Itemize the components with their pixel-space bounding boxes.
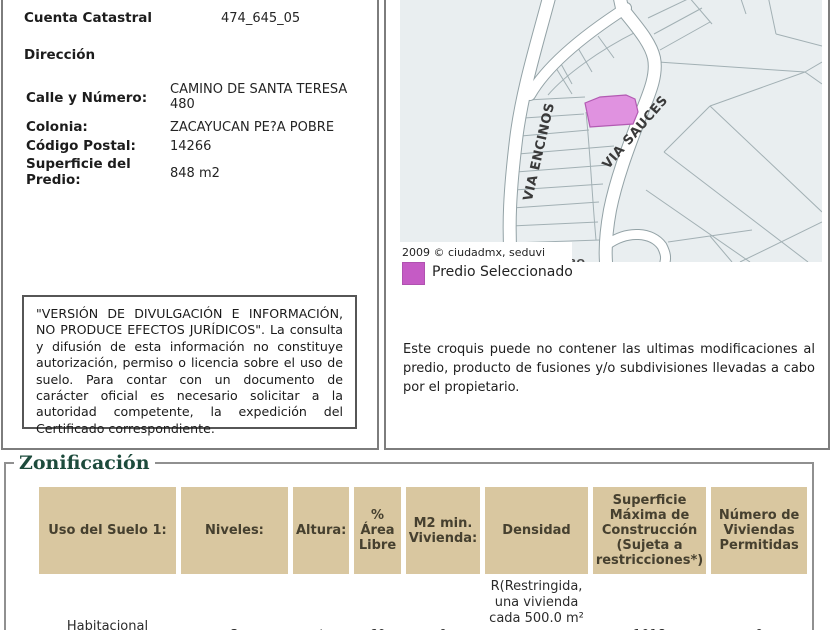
- codigo-postal-label: Código Postal:: [26, 138, 136, 154]
- header-niveles: Niveles:: [180, 487, 288, 574]
- header-uso-del-suelo: Uso del Suelo 1:: [39, 487, 176, 574]
- header-area-libre: % Área Libre: [354, 487, 401, 574]
- header-viviendas-permitidas: Número de Viviendas Permitidas: [711, 487, 807, 574]
- cell-densidad: R(Restringida, una vivienda cada 500.0 m…: [485, 579, 588, 630]
- croquis-note: Este croquis puede no contener las ultim…: [403, 342, 815, 395]
- map-copyright: 2009 © ciudadmx, seduvi: [402, 246, 545, 259]
- codigo-postal-value: 14266: [170, 139, 212, 154]
- colonia-label: Colonia:: [26, 119, 88, 135]
- cell-superficie-maxima: 1018: [593, 579, 706, 630]
- cadastral-map[interactable]: VIA ENCINOS VIA SAUCES ARBO 2009 © ciuda…: [400, 0, 823, 269]
- cell-viviendas: 0: [711, 579, 807, 630]
- cell-area-libre: 60: [354, 579, 400, 630]
- header-altura: Altura:: [292, 487, 350, 574]
- cell-m2-min: 0: [406, 579, 481, 630]
- densidad-text: R(Restringida, una vivienda cada 500.0 m…: [489, 579, 584, 630]
- header-superficie-maxima: Superficie Máxima de Construcción (Sujet…: [592, 487, 707, 574]
- zonificacion-data-row: Habitacional Ver Tabla de Uso 3 -*- 60 0…: [39, 579, 807, 630]
- selected-parcel-highlight[interactable]: [584, 94, 639, 128]
- map-legend: Predio Seleccionado: [402, 261, 702, 285]
- header-m2-min-vivienda: M2 min. Vivienda:: [405, 487, 481, 574]
- direccion-heading: Dirección: [24, 47, 96, 63]
- zonificacion-table: Uso del Suelo 1: Niveles: Altura: % Área…: [34, 482, 812, 630]
- selected-parcel-swatch: [402, 262, 425, 285]
- zonificacion-header-row: Uso del Suelo 1: Niveles: Altura: % Área…: [39, 487, 807, 574]
- uso-value: Habitacional: [66, 619, 149, 630]
- superficie-predio-value: 848 m2: [170, 166, 220, 181]
- calle-numero-label: Calle y Número:: [26, 90, 148, 106]
- cell-niveles: 3: [181, 579, 288, 630]
- cadastral-map-canvas: VIA ENCINOS VIA SAUCES ARBO 2009 © ciuda…: [400, 0, 823, 269]
- property-info-panel: Cuenta Catastral 474_645_05 Dirección Ca…: [1, 0, 379, 450]
- colonia-value: ZACAYUCAN PE?A POBRE: [170, 120, 335, 135]
- superficie-predio-label: Superficie del Predio:: [26, 156, 131, 188]
- zonificacion-section: Zonificación Uso del Suelo 1: Niveles: A…: [4, 452, 814, 630]
- zonificacion-title: Zonificación: [19, 452, 150, 474]
- cuenta-catastral-value: 474_645_05: [221, 11, 301, 26]
- cell-altura: -*-: [293, 579, 349, 630]
- calle-numero-value: CAMINO DE SANTA TERESA 480: [170, 82, 348, 112]
- legal-disclaimer-box: "VERSIÓN DE DIVULGACIÓN E INFORMACIÓN, N…: [22, 295, 357, 436]
- seduvi-cadastral-page: Cuenta Catastral 474_645_05 Dirección Ca…: [0, 0, 840, 630]
- header-densidad: Densidad: [485, 487, 588, 574]
- selected-parcel-label: Predio Seleccionado: [432, 264, 573, 280]
- cell-uso: Habitacional Ver Tabla de Uso: [39, 579, 176, 630]
- cuenta-catastral-label: Cuenta Catastral: [24, 10, 153, 26]
